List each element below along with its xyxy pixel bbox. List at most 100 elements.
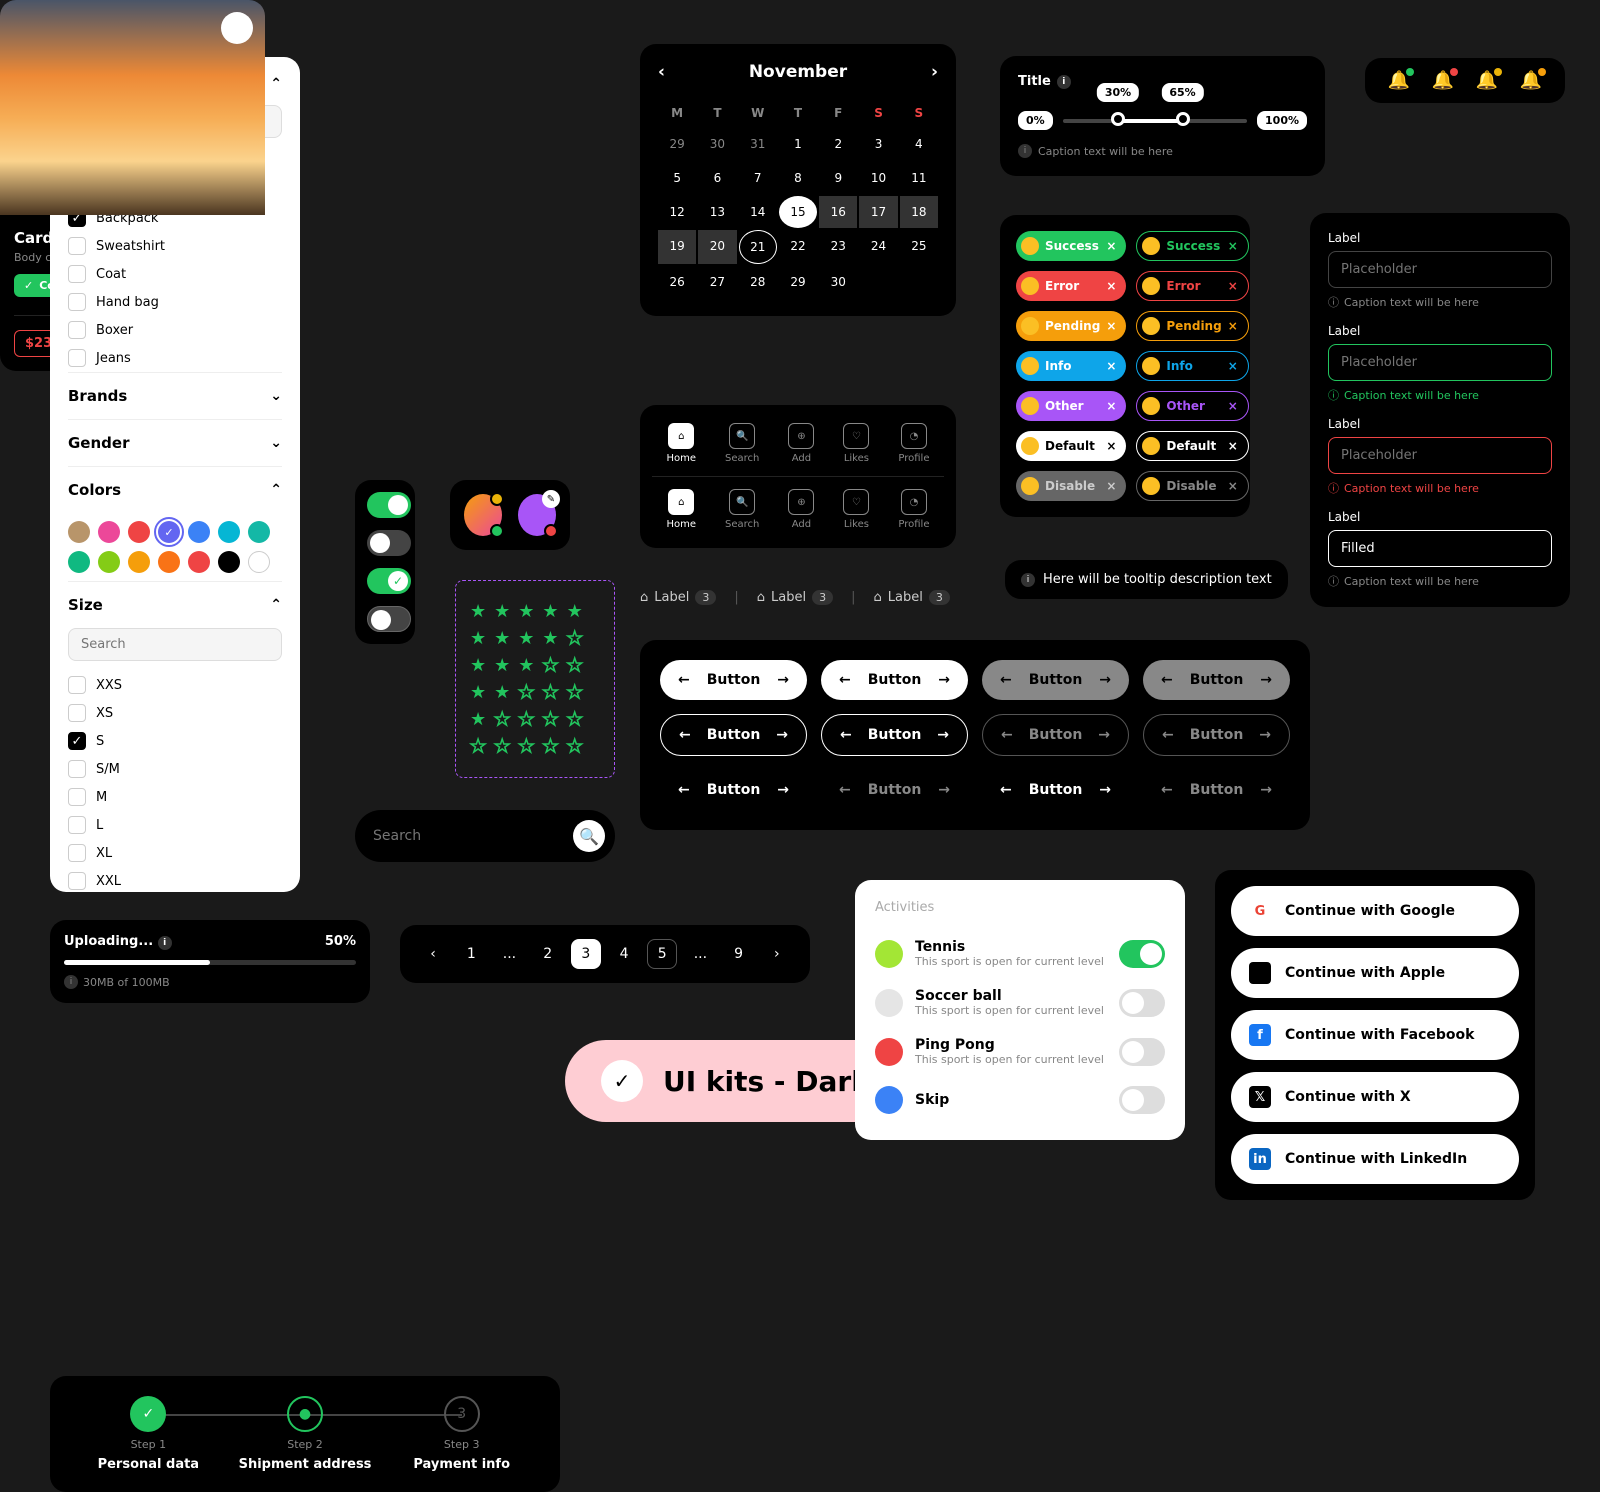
calendar-day[interactable]: 18 [900, 196, 938, 228]
calendar-next[interactable]: › [931, 62, 938, 82]
calendar-day[interactable]: 25 [900, 230, 938, 264]
button[interactable]: ←Button→ [660, 660, 807, 700]
page-number[interactable]: 1 [456, 939, 486, 969]
nav-item-search[interactable]: 🔍Search [725, 489, 759, 530]
button[interactable]: ←Button→ [982, 770, 1129, 810]
step[interactable]: 3Step 3Payment info [383, 1396, 540, 1472]
text-input[interactable] [1328, 530, 1552, 567]
status-chip[interactable]: Other× [1016, 391, 1126, 421]
close-icon[interactable]: × [1228, 399, 1238, 413]
calendar-day[interactable]: 29 [658, 128, 696, 160]
activity-toggle[interactable] [1119, 1086, 1165, 1114]
nav-item-home[interactable]: ⌂Home [667, 489, 697, 530]
social-button[interactable]: 𝕏Continue with X [1231, 1072, 1519, 1122]
avatar[interactable]: ✎ [518, 494, 556, 536]
size-row[interactable]: Size⌃ [68, 581, 282, 628]
calendar-day[interactable]: 19 [658, 230, 696, 264]
status-chip[interactable]: Disable× [1016, 471, 1126, 501]
color-swatch[interactable] [98, 551, 120, 573]
calendar-day[interactable]: 20 [698, 230, 736, 264]
text-input[interactable] [1328, 344, 1552, 381]
breadcrumb-item[interactable]: ⌂Label3 [757, 590, 833, 605]
step[interactable]: ●Step 2Shipment address [227, 1396, 384, 1472]
calendar-day[interactable]: 29 [779, 266, 817, 298]
checkbox[interactable] [68, 265, 86, 283]
size-item[interactable]: XXS [68, 671, 282, 699]
checkbox[interactable] [68, 844, 86, 862]
close-icon[interactable]: × [1106, 359, 1116, 373]
category-item[interactable]: Coat [68, 260, 282, 288]
color-swatch[interactable] [218, 551, 240, 573]
checkbox[interactable] [68, 760, 86, 778]
status-chip[interactable]: Default× [1136, 431, 1248, 461]
star-row[interactable]: ★★★★★ [470, 736, 600, 757]
toggle[interactable] [367, 606, 411, 632]
calendar-day[interactable]: 15 [779, 196, 817, 228]
status-chip[interactable]: Default× [1016, 431, 1126, 461]
step[interactable]: ✓Step 1Personal data [70, 1396, 227, 1472]
checkbox[interactable] [68, 237, 86, 255]
bell-icon[interactable]: 🔔 [1520, 70, 1542, 91]
calendar-day[interactable]: 28 [739, 266, 777, 298]
size-item[interactable]: L [68, 811, 282, 839]
calendar-day[interactable]: 11 [900, 162, 938, 194]
calendar-day[interactable]: 2 [819, 128, 857, 160]
close-icon[interactable]: × [1228, 319, 1238, 333]
brands-row[interactable]: Brands⌄ [68, 372, 282, 419]
social-button[interactable]: inContinue with LinkedIn [1231, 1134, 1519, 1184]
category-item[interactable]: Hand bag [68, 288, 282, 316]
activity-toggle[interactable] [1119, 940, 1165, 968]
checkbox[interactable]: ✓ [68, 732, 86, 750]
calendar-day[interactable]: 16 [819, 196, 857, 228]
category-item[interactable]: Sweatshirt [68, 232, 282, 260]
close-icon[interactable]: × [1228, 239, 1238, 253]
status-chip[interactable]: Success× [1016, 231, 1126, 261]
page-number[interactable]: 4 [609, 939, 639, 969]
status-chip[interactable]: Success× [1136, 231, 1248, 261]
checkbox[interactable] [68, 704, 86, 722]
close-icon[interactable]: × [1106, 479, 1116, 493]
button[interactable]: ←Button→ [821, 770, 968, 810]
color-swatch[interactable] [188, 521, 210, 543]
search-button[interactable]: 🔍 [573, 820, 605, 852]
color-swatch[interactable] [158, 551, 180, 573]
breadcrumb-item[interactable]: ⌂Label3 [640, 590, 716, 605]
button[interactable]: ←Button→ [982, 660, 1129, 700]
checkbox[interactable] [68, 816, 86, 834]
bell-icon[interactable]: 🔔 [1476, 70, 1498, 91]
size-item[interactable]: ✓S [68, 727, 282, 755]
star-row[interactable]: ★★★★★ [470, 709, 600, 730]
star-row[interactable]: ★★★★★ [470, 628, 600, 649]
calendar-day[interactable]: 4 [900, 128, 938, 160]
toggle[interactable]: ✓ [367, 568, 411, 594]
toggle[interactable] [367, 530, 411, 556]
button[interactable]: ←Button→ [660, 770, 807, 810]
calendar-day[interactable]: 21 [739, 230, 777, 264]
text-input[interactable] [1328, 437, 1552, 474]
calendar-day[interactable]: 9 [819, 162, 857, 194]
close-icon[interactable]: × [1228, 279, 1238, 293]
calendar-day[interactable]: 8 [779, 162, 817, 194]
star-row[interactable]: ★★★★★ [470, 682, 600, 703]
close-icon[interactable]: × [1106, 439, 1116, 453]
range-slider[interactable]: 30% 65% [1063, 119, 1247, 123]
calendar-day[interactable]: 23 [819, 230, 857, 264]
page-number[interactable]: 2 [533, 939, 563, 969]
nav-item-likes[interactable]: ♡Likes [843, 489, 869, 530]
calendar-day[interactable]: 6 [698, 162, 736, 194]
page-prev[interactable]: ‹ [418, 939, 448, 969]
color-swatch[interactable] [128, 521, 150, 543]
breadcrumb-item[interactable]: ⌂Label3 [873, 590, 949, 605]
close-icon[interactable]: × [1106, 239, 1116, 253]
close-icon[interactable]: × [1106, 319, 1116, 333]
nav-item-likes[interactable]: ♡Likes [843, 423, 869, 464]
close-icon[interactable]: × [1228, 439, 1238, 453]
colors-row[interactable]: Colors⌃ [68, 466, 282, 513]
nav-item-home[interactable]: ⌂Home [667, 423, 697, 464]
color-swatch[interactable] [68, 521, 90, 543]
color-swatch[interactable] [248, 521, 270, 543]
calendar-day[interactable]: 26 [658, 266, 696, 298]
page-number[interactable]: 5 [647, 939, 677, 969]
avatar[interactable] [464, 494, 502, 536]
slider-thumb[interactable] [1176, 112, 1190, 126]
